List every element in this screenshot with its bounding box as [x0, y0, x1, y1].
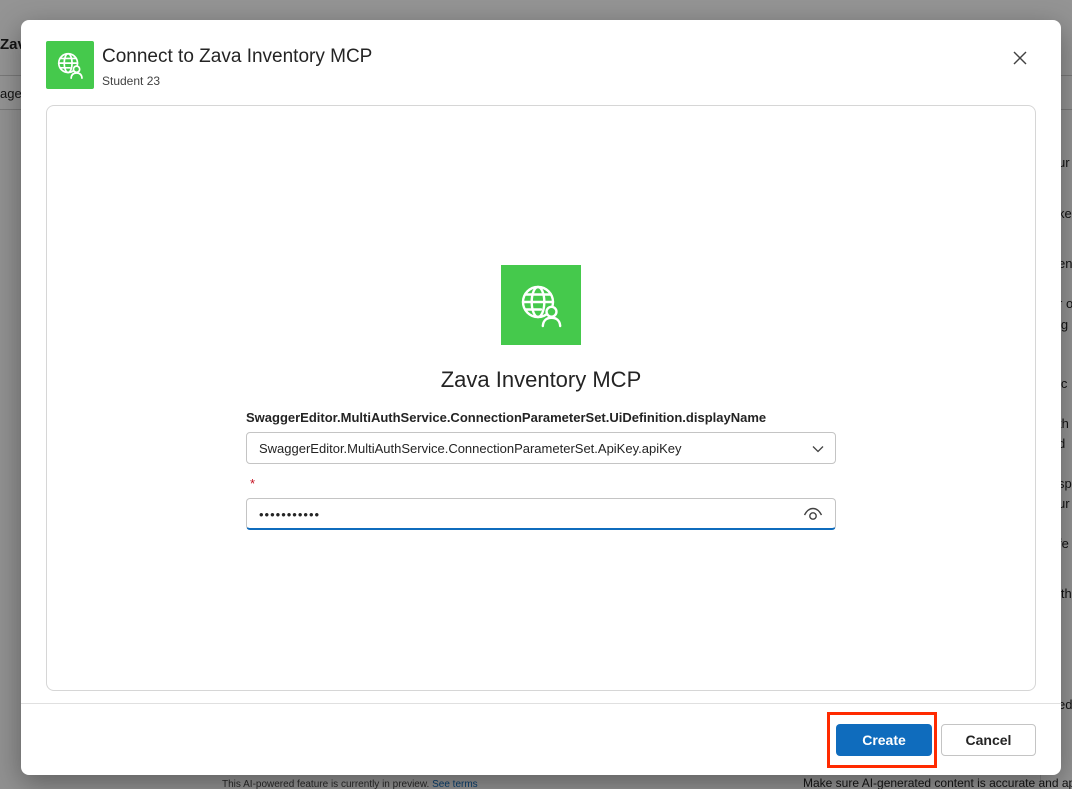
connector-name: Zava Inventory MCP: [440, 367, 642, 392]
chevron-down-icon: [812, 446, 824, 453]
globe-person-icon: [46, 41, 94, 89]
create-button[interactable]: Create: [836, 724, 932, 756]
api-key-field[interactable]: [246, 498, 836, 530]
cancel-button[interactable]: Cancel: [941, 724, 1036, 756]
dialog-subtitle: Student 23: [102, 74, 161, 88]
auth-type-dropdown[interactable]: SwaggerEditor.MultiAuthService.Connectio…: [246, 432, 836, 464]
footer-divider: [21, 703, 1061, 704]
required-indicator: *: [250, 476, 256, 491]
dialog-title: Connect to Zava Inventory MCP: [102, 46, 373, 67]
auth-type-selected-value: SwaggerEditor.MultiAuthService.Connectio…: [259, 440, 682, 456]
auth-type-label: SwaggerEditor.MultiAuthService.Connectio…: [246, 410, 767, 425]
connection-form-panel: Zava Inventory MCP SwaggerEditor.MultiAu…: [46, 105, 1036, 691]
globe-person-icon: [501, 265, 581, 345]
show-password-eye-icon[interactable]: [803, 505, 823, 523]
close-icon: [1013, 51, 1027, 65]
close-button[interactable]: [1008, 46, 1032, 70]
api-key-input[interactable]: [259, 504, 789, 524]
connect-dialog: Connect to Zava Inventory MCP Student 23…: [21, 20, 1061, 775]
